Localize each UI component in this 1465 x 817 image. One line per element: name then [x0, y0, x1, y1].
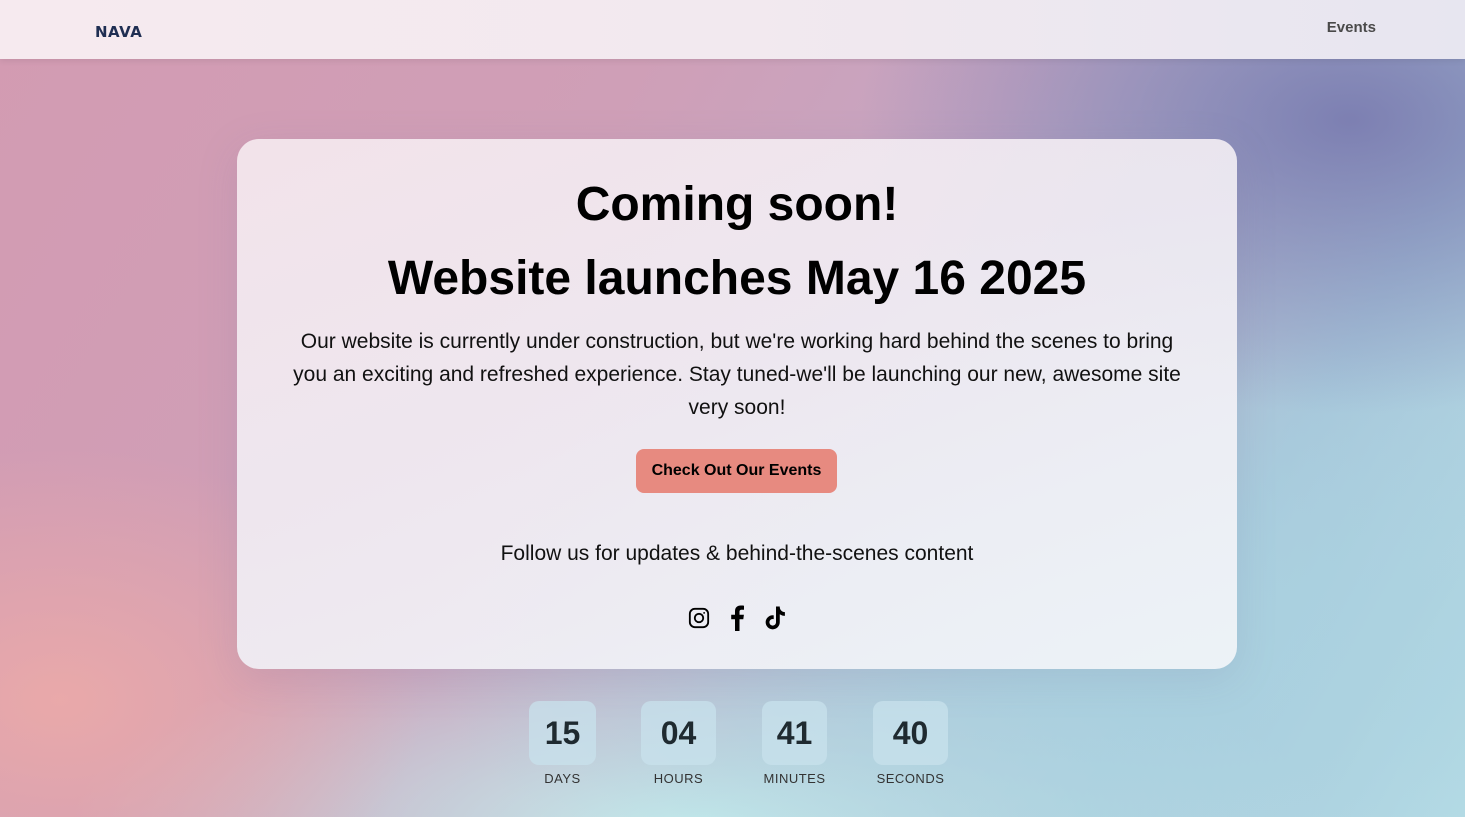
- countdown-minutes: 41 MINUTES: [762, 701, 827, 786]
- follow-text: Follow us for updates & behind-the-scene…: [500, 542, 974, 565]
- countdown-seconds: 40 SECONDS: [873, 701, 948, 786]
- tiktok-icon[interactable]: [764, 604, 787, 631]
- launch-date-heading: Website launches May 16 2025: [387, 252, 1087, 305]
- facebook-icon[interactable]: [726, 604, 749, 631]
- countdown-hours: 04 HOURS: [641, 701, 716, 786]
- countdown-days-value: 15: [529, 701, 596, 765]
- social-links: [237, 604, 1237, 631]
- countdown-minutes-value: 41: [762, 701, 827, 765]
- description-text: Our website is currently under construct…: [293, 330, 1181, 419]
- countdown-days: 15 DAYS: [529, 701, 596, 786]
- nav-link-events[interactable]: Events: [1327, 19, 1376, 36]
- page: NAVA Events Coming soon! Website launche…: [0, 0, 1465, 817]
- coming-soon-card: Coming soon! Website launches May 16 202…: [237, 139, 1237, 669]
- countdown-seconds-label: SECONDS: [876, 771, 945, 786]
- nava-logo[interactable]: NAVA: [95, 23, 142, 41]
- page-title: Coming soon!: [575, 178, 899, 231]
- countdown-days-label: DAYS: [544, 771, 581, 786]
- countdown-hours-value: 04: [641, 701, 716, 765]
- countdown-seconds-value: 40: [873, 701, 948, 765]
- countdown: 15 DAYS 04 HOURS 41 MINUTES 40 SECONDS: [0, 701, 1465, 801]
- instagram-icon[interactable]: [688, 604, 711, 631]
- countdown-minutes-label: MINUTES: [763, 771, 826, 786]
- navbar: NAVA Events: [0, 0, 1465, 59]
- countdown-hours-label: HOURS: [653, 771, 704, 786]
- check-out-events-button[interactable]: Check Out Our Events: [636, 449, 837, 493]
